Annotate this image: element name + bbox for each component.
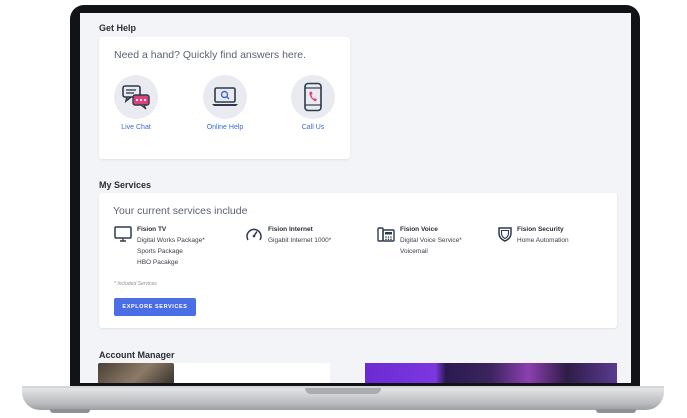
desk-phone-icon <box>377 227 395 242</box>
shield-icon <box>498 227 512 242</box>
services-subtitle: Your current services include <box>113 205 248 217</box>
laptop-foot <box>50 409 90 413</box>
tv-icon <box>114 226 132 242</box>
included-services-note: * Included Services <box>114 281 157 287</box>
account-manager-avatar <box>98 363 174 383</box>
chat-bubbles-icon <box>114 75 158 119</box>
my-services-card: Your current services include Fision TV … <box>99 193 617 328</box>
my-services-title: My Services <box>99 180 152 190</box>
call-us-button[interactable]: Call Us <box>273 75 353 131</box>
account-manager-title: Account Manager <box>99 350 175 360</box>
live-chat-label: Live Chat <box>121 124 151 131</box>
service-detail: Home Automation <box>517 237 569 244</box>
account-manager-card <box>174 363 330 383</box>
laptop-notch <box>305 388 381 394</box>
service-detail: Digital Voice Service* <box>400 237 462 244</box>
service-name: Fision Security <box>517 226 564 233</box>
get-help-card: Need a hand? Quickly find answers here. … <box>99 37 350 159</box>
phone-icon <box>291 75 335 119</box>
service-detail: Digital Works Package* <box>137 237 205 244</box>
service-name: Fision TV <box>137 226 167 233</box>
service-detail: HBO Pacakge <box>137 259 179 266</box>
speedometer-icon <box>246 228 262 241</box>
online-help-label: Online Help <box>206 124 244 131</box>
promo-banner[interactable] <box>365 363 617 383</box>
call-us-label: Call Us <box>301 124 325 131</box>
laptop-screen: Get Help Need a hand? Quickly find answe… <box>80 13 631 383</box>
service-detail: Gigabit Internet 1000* <box>268 237 332 244</box>
service-name: Fision Internet <box>268 226 313 233</box>
explore-services-button[interactable]: EXPLORE SERVICES <box>114 298 196 316</box>
laptop-search-icon <box>203 75 247 119</box>
laptop-foot <box>596 409 636 413</box>
service-name: Fision Voice <box>400 226 438 233</box>
get-help-title: Get Help <box>99 23 137 33</box>
help-prompt: Need a hand? Quickly find answers here. <box>114 49 307 61</box>
service-detail: Voicemail <box>400 248 428 255</box>
online-help-button[interactable]: Online Help <box>185 75 265 131</box>
live-chat-button[interactable]: Live Chat <box>96 75 176 131</box>
service-detail: Sports Package <box>137 248 183 255</box>
